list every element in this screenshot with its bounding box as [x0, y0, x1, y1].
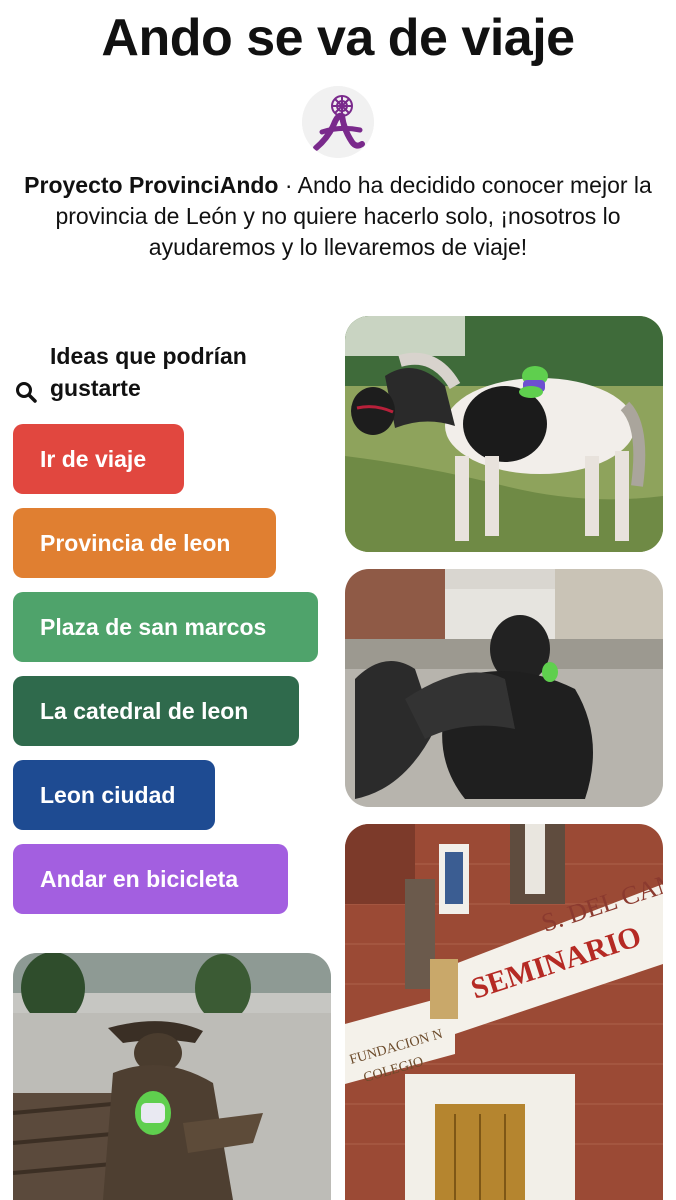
- provinciando-logo-icon[interactable]: [302, 86, 374, 158]
- pin-statue-photo[interactable]: [345, 569, 663, 807]
- pin-pony-photo[interactable]: [345, 316, 663, 552]
- description-separator: ·: [278, 172, 298, 198]
- board-description: Proyecto ProvinciAndo · Ando ha decidido…: [18, 170, 658, 263]
- ideas-header: Ideas que podrían gustarte: [14, 340, 314, 410]
- ideas-heading: Ideas que podrían gustarte: [50, 343, 247, 401]
- pin-seminario-photo[interactable]: S. DEL CAMIN SEMINARIO FUNDACION N COLEG…: [345, 824, 663, 1200]
- chip-plaza-de-san-marcos[interactable]: Plaza de san marcos: [13, 592, 318, 662]
- search-icon: [14, 380, 38, 404]
- chip-leon-ciudad[interactable]: Leon ciudad: [13, 760, 215, 830]
- chip-la-catedral-de-leon[interactable]: La catedral de leon: [13, 676, 299, 746]
- chip-ir-de-viaje[interactable]: Ir de viaje: [13, 424, 184, 494]
- description-name: Proyecto ProvinciAndo: [24, 172, 279, 198]
- page-title: Ando se va de viaje: [101, 9, 575, 67]
- pin-bench-statue-photo[interactable]: [13, 953, 331, 1200]
- chip-andar-en-bicicleta[interactable]: Andar en bicicleta: [13, 844, 288, 914]
- chip-provincia-de-leon[interactable]: Provincia de leon: [13, 508, 276, 578]
